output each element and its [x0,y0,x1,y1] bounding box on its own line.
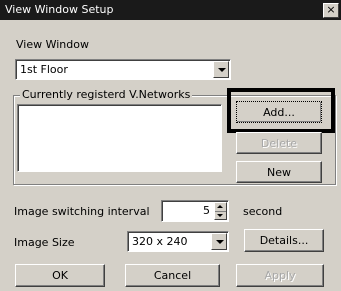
delete-button-label: Delete [260,137,298,150]
ok-button-label: OK [52,269,68,282]
cancel-button-label: Cancel [153,269,192,282]
new-button-label: New [267,166,291,179]
networks-list[interactable] [17,104,222,172]
interval-spinner[interactable] [214,202,227,220]
spin-down-icon[interactable] [215,211,226,220]
details-button-label: Details... [259,234,309,247]
spin-up-icon[interactable] [215,203,226,211]
add-button[interactable]: Add... [236,101,322,123]
image-size-label: Image Size [14,236,75,249]
window-title: View Window Setup [5,3,114,16]
chevron-down-icon[interactable] [213,61,229,78]
image-size-select[interactable]: 320 x 240 [127,231,229,252]
title-bar: View Window Setup × [0,0,341,20]
ok-button[interactable]: OK [15,264,105,287]
new-button[interactable]: New [236,161,322,183]
add-button-label: Add... [263,106,295,119]
image-size-value: 320 x 240 [132,235,188,248]
chevron-down-icon[interactable] [211,233,227,250]
interval-input[interactable]: 5 [161,200,229,222]
apply-button[interactable]: Apply [236,264,324,287]
close-button[interactable]: × [323,3,339,18]
close-icon: × [326,3,336,16]
interval-label: Image switching interval [14,205,150,218]
delete-button[interactable]: Delete [236,132,322,154]
view-window-value: 1st Floor [20,63,68,76]
interval-unit: second [243,205,283,218]
view-window-label: View Window [16,38,89,51]
view-window-select[interactable]: 1st Floor [15,59,231,80]
apply-button-label: Apply [264,269,296,282]
networks-group-label: Currently registerd V.Networks [20,88,193,101]
view-window-setup-dialog: View Window Setup × View Window 1st Floo… [0,0,341,291]
details-button[interactable]: Details... [244,229,324,252]
interval-value: 5 [203,204,210,217]
cancel-button[interactable]: Cancel [125,264,220,287]
